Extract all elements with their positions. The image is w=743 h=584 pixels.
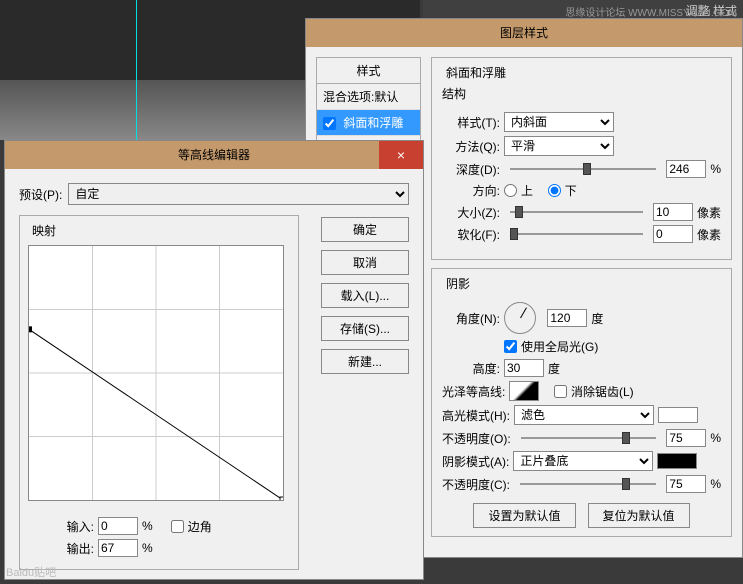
layer-style-title[interactable]: 图层样式 — [306, 19, 742, 47]
highlight-opacity-input[interactable] — [666, 429, 706, 447]
global-light-checkbox[interactable] — [504, 340, 517, 353]
antialias-checkbox[interactable] — [554, 385, 567, 398]
soften-label: 软化(F): — [442, 226, 500, 243]
mapping-legend: 映射 — [28, 222, 60, 239]
contour-editor-title[interactable]: 等高线编辑器 × — [5, 141, 423, 169]
cancel-button[interactable]: 取消 — [321, 250, 409, 275]
shadow-opacity-label: 不透明度(C): — [442, 476, 510, 493]
technique-select[interactable]: 平滑 — [504, 136, 614, 156]
bevel-emboss-label: 斜面和浮雕 — [343, 116, 403, 130]
bevel-section-legend: 斜面和浮雕 — [442, 64, 510, 81]
direction-down-radio[interactable] — [548, 184, 561, 197]
shadow-color-swatch[interactable] — [657, 453, 697, 469]
style-select[interactable]: 内斜面 — [504, 112, 614, 132]
save-button[interactable]: 存储(S)... — [321, 316, 409, 341]
soften-slider[interactable] — [510, 226, 643, 242]
highlight-opacity-slider[interactable] — [521, 430, 657, 446]
altitude-input[interactable] — [504, 359, 544, 377]
direction-label: 方向: — [442, 182, 500, 199]
size-slider[interactable] — [510, 204, 643, 220]
angle-dial[interactable] — [504, 302, 536, 334]
input-label: 输入: — [58, 518, 94, 535]
reset-default-button[interactable]: 复位为默认值 — [588, 503, 690, 528]
blending-options-item[interactable]: 混合选项:默认 — [317, 84, 420, 110]
curve-point[interactable] — [29, 326, 32, 332]
size-input[interactable] — [653, 203, 693, 221]
highlight-color-swatch[interactable] — [658, 407, 698, 423]
structure-legend: 结构 — [438, 85, 470, 102]
shadow-opacity-input[interactable] — [666, 475, 706, 493]
gloss-contour-swatch[interactable] — [509, 381, 539, 401]
shadow-opacity-slider[interactable] — [520, 476, 656, 492]
percent-label: % — [710, 162, 721, 176]
styles-header: 样式 — [317, 58, 420, 84]
curve-point[interactable] — [280, 497, 283, 500]
watermark: 思缘设计论坛 WWW.MISSYUAN.COM — [565, 4, 737, 19]
shadow-mode-select[interactable]: 正片叠底 — [513, 451, 653, 471]
depth-slider[interactable] — [510, 161, 656, 177]
set-default-button[interactable]: 设置为默认值 — [473, 503, 575, 528]
highlight-mode-select[interactable]: 滤色 — [514, 405, 654, 425]
highlight-opacity-label: 不透明度(O): — [442, 430, 511, 447]
angle-input[interactable] — [547, 309, 587, 327]
gloss-label: 光泽等高线: — [442, 383, 505, 400]
new-button[interactable]: 新建... — [321, 349, 409, 374]
style-label: 样式(T): — [442, 114, 500, 131]
highlight-mode-label: 高光模式(H): — [442, 407, 510, 424]
shadow-mode-label: 阴影模式(A): — [442, 453, 509, 470]
bevel-emboss-checkbox[interactable] — [323, 117, 336, 130]
technique-label: 方法(Q): — [442, 138, 500, 155]
size-label: 大小(Z): — [442, 204, 500, 221]
contour-graph[interactable] — [28, 245, 284, 501]
preset-label: 预设(P): — [19, 186, 62, 203]
output-value[interactable] — [98, 539, 138, 557]
bevel-emboss-item[interactable]: 斜面和浮雕 — [317, 110, 420, 136]
direction-up-radio[interactable] — [504, 184, 517, 197]
corner-checkbox[interactable] — [171, 520, 184, 533]
close-icon[interactable]: × — [379, 141, 423, 169]
output-label: 输出: — [58, 540, 94, 557]
load-button[interactable]: 载入(L)... — [321, 283, 409, 308]
shading-legend: 阴影 — [442, 275, 474, 292]
depth-label: 深度(D): — [442, 161, 500, 178]
depth-input[interactable] — [666, 160, 706, 178]
contour-editor-dialog: 等高线编辑器 × 预设(P): 自定 映射 输入:% — [4, 140, 424, 580]
soften-input[interactable] — [653, 225, 693, 243]
input-value[interactable] — [98, 517, 138, 535]
altitude-label: 高度: — [442, 360, 500, 377]
preset-select[interactable]: 自定 — [68, 183, 409, 205]
ok-button[interactable]: 确定 — [321, 217, 409, 242]
footer-watermark: Baidu贴吧 — [6, 564, 56, 580]
angle-label: 角度(N): — [442, 310, 500, 327]
